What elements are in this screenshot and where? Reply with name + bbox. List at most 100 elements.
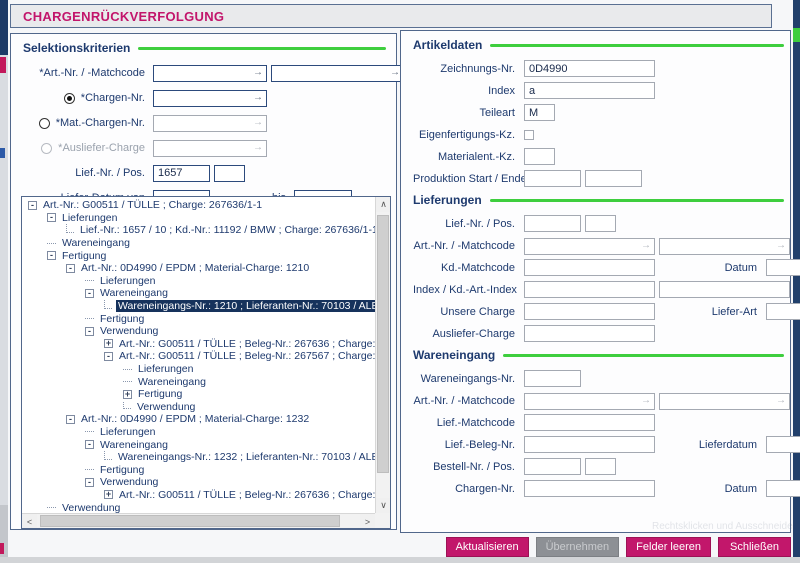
tree-node-label[interactable]: Wareneingangs-Nr.: 1232 ; Lieferanten-Nr… bbox=[116, 451, 375, 463]
aktualisieren-button[interactable]: Aktualisieren bbox=[446, 537, 529, 557]
produktion-ende-field[interactable] bbox=[585, 170, 642, 187]
tree-node-label[interactable]: Lieferungen bbox=[136, 363, 195, 375]
vertical-scroll-thumb[interactable] bbox=[377, 215, 389, 473]
zeichnungs-nr-field[interactable] bbox=[524, 60, 655, 77]
mat-chargen-nr-radio[interactable] bbox=[39, 118, 50, 129]
waren-datum-field[interactable] bbox=[766, 480, 800, 497]
teileart-field[interactable] bbox=[524, 104, 555, 121]
tree-node[interactable]: -Lieferungen bbox=[22, 212, 375, 225]
tree-node[interactable]: -Art.-Nr.: 0D4990 / EPDM ; Material-Char… bbox=[22, 262, 375, 275]
tree-vertical-scrollbar[interactable]: ∧ ∨ bbox=[375, 197, 390, 513]
expand-icon[interactable]: + bbox=[123, 390, 132, 399]
tree-node-label[interactable]: Art.-Nr.: G00511 / TÜLLE ; Beleg-Nr.: 26… bbox=[117, 489, 375, 501]
collapse-icon[interactable]: - bbox=[85, 478, 94, 487]
tree-node-label[interactable]: Wareneingang bbox=[60, 237, 132, 249]
tree-node[interactable]: -Art.-Nr.: G00511 / TÜLLE ; Charge: 2676… bbox=[22, 199, 375, 212]
tree-node[interactable]: Lieferungen bbox=[22, 426, 375, 439]
collapse-icon[interactable]: - bbox=[85, 327, 94, 336]
tree-node[interactable]: +Art.-Nr.: G00511 / TÜLLE ; Beleg-Nr.: 2… bbox=[22, 338, 375, 351]
tree-node[interactable]: Fertigung bbox=[22, 312, 375, 325]
tree-node[interactable]: Fertigung bbox=[22, 463, 375, 476]
tree-node[interactable]: Lieferungen bbox=[22, 275, 375, 288]
tree-node-label[interactable]: Art.-Nr.: G00511 / TÜLLE ; Charge: 26763… bbox=[41, 199, 264, 211]
tree-horizontal-scrollbar[interactable]: < > bbox=[22, 513, 375, 528]
collapse-icon[interactable]: - bbox=[66, 264, 75, 273]
tree-node[interactable]: Wareneingangs-Nr.: 1210 ; Lieferanten-Nr… bbox=[22, 300, 375, 313]
produktion-start-field[interactable] bbox=[524, 170, 581, 187]
collapse-icon[interactable]: - bbox=[47, 213, 56, 222]
tree-node-label[interactable]: Wareneingangs-Nr.: 1210 ; Lieferanten-Nr… bbox=[116, 300, 375, 312]
matchcode-input[interactable] bbox=[271, 65, 404, 82]
liefer-artnr-field[interactable] bbox=[524, 238, 655, 255]
scroll-up-icon[interactable]: ∧ bbox=[376, 197, 391, 212]
tree-node-label[interactable]: Art.-Nr.: 0D4990 / EPDM ; Material-Charg… bbox=[79, 262, 311, 274]
chargen-nr-input[interactable] bbox=[153, 90, 267, 107]
tree-node[interactable]: Verwendung bbox=[22, 401, 375, 414]
tree-node-label[interactable]: Verwendung bbox=[98, 325, 160, 337]
tree-node-label[interactable]: Verwendung bbox=[98, 476, 160, 488]
ausliefer-charge-radio[interactable] bbox=[41, 143, 52, 154]
tree-node-label[interactable]: Fertigung bbox=[98, 464, 146, 476]
collapse-icon[interactable]: - bbox=[28, 201, 37, 210]
bestell-nr-field[interactable] bbox=[524, 458, 581, 475]
mat-chargen-nr-input[interactable] bbox=[153, 115, 267, 132]
tree-node-label[interactable]: Wareneingang bbox=[98, 287, 170, 299]
tree-node[interactable]: + Art.-Nr.: G00511 / TÜLLE ; Beleg-Nr.: 2… bbox=[22, 489, 375, 502]
collapse-icon[interactable]: - bbox=[66, 415, 75, 424]
tree-node-label[interactable]: Verwendung bbox=[60, 502, 122, 513]
tree-node-label[interactable]: Lieferungen bbox=[60, 212, 119, 224]
tree-node[interactable]: Lieferungen bbox=[22, 363, 375, 376]
materialent-kz-field[interactable] bbox=[524, 148, 555, 165]
collapse-icon[interactable]: - bbox=[104, 352, 113, 361]
tree-node[interactable]: Verwendung bbox=[22, 501, 375, 513]
tree-node-label[interactable]: Fertigung bbox=[60, 250, 108, 262]
tree-node-label[interactable]: Lief.-Nr.: 1657 / 10 ; Kd.-Nr.: 11192 / … bbox=[78, 224, 375, 236]
kd-matchcode-field[interactable] bbox=[524, 259, 655, 276]
lief-beleg-nr-field[interactable] bbox=[524, 436, 655, 453]
tree-node-label[interactable]: Lieferungen bbox=[98, 426, 157, 438]
waren-artnr-field[interactable] bbox=[524, 393, 655, 410]
lief-pos-input[interactable] bbox=[214, 165, 245, 182]
ausliefer-charge-detail-field[interactable] bbox=[524, 325, 655, 342]
tree-node[interactable]: Lief.-Nr.: 1657 / 10 ; Kd.-Nr.: 11192 / … bbox=[22, 224, 375, 237]
tree-node[interactable]: -Art.-Nr.: 0D4990 / EPDM ; Material-Char… bbox=[22, 413, 375, 426]
artnr-input[interactable] bbox=[153, 65, 267, 82]
expand-icon[interactable]: + bbox=[104, 490, 113, 499]
tree-node[interactable]: -Verwendung bbox=[22, 325, 375, 338]
liefer-art-field[interactable] bbox=[766, 303, 800, 320]
tree-node-label[interactable]: Wareneingang bbox=[98, 439, 170, 451]
liefer-datum-field[interactable] bbox=[766, 259, 800, 276]
felder-leeren-button[interactable]: Felder leeren bbox=[626, 537, 711, 557]
collapse-icon[interactable]: - bbox=[85, 289, 94, 298]
expand-icon[interactable]: + bbox=[104, 339, 113, 348]
lief-matchcode-field-2[interactable] bbox=[524, 414, 655, 431]
scroll-down-icon[interactable]: ∨ bbox=[376, 498, 391, 513]
tree-node-label[interactable]: Wareneingang bbox=[136, 376, 208, 388]
tree-node[interactable]: Wareneingang bbox=[22, 237, 375, 250]
lief-nr-input[interactable] bbox=[153, 165, 210, 182]
tree-node-label[interactable]: Art.-Nr.: G00511 / TÜLLE ; Beleg-Nr.: 26… bbox=[117, 350, 375, 362]
wareneingangs-nr-field[interactable] bbox=[524, 370, 581, 387]
tree-node-label[interactable]: Art.-Nr.: 0D4990 / EPDM ; Material-Charg… bbox=[79, 413, 311, 425]
index-field-2[interactable] bbox=[524, 281, 655, 298]
collapse-icon[interactable]: - bbox=[85, 440, 94, 449]
waren-matchcode-field[interactable] bbox=[659, 393, 790, 410]
liefer-matchcode-field[interactable] bbox=[659, 238, 790, 255]
tree-node[interactable]: + Fertigung bbox=[22, 388, 375, 401]
lieferdatum-field[interactable] bbox=[766, 436, 800, 453]
chargen-nr-radio[interactable] bbox=[64, 93, 75, 104]
tree-node[interactable]: -Art.-Nr.: G00511 / TÜLLE ; Beleg-Nr.: 2… bbox=[22, 350, 375, 363]
scroll-left-icon[interactable]: < bbox=[22, 514, 37, 529]
kd-art-index-field[interactable] bbox=[659, 281, 790, 298]
tree-node[interactable]: -Verwendung bbox=[22, 476, 375, 489]
tree-node[interactable]: Wareneingangs-Nr.: 1232 ; Lieferanten-Nr… bbox=[22, 451, 375, 464]
schliessen-button[interactable]: Schließen bbox=[718, 537, 791, 557]
tree-node-label[interactable]: Fertigung bbox=[98, 313, 146, 325]
eigenfertigungs-kz-checkbox[interactable] bbox=[524, 130, 534, 140]
bestell-pos-field[interactable] bbox=[585, 458, 616, 475]
tree-node-label[interactable]: Lieferungen bbox=[98, 275, 157, 287]
lief-pos-detail-field[interactable] bbox=[585, 215, 616, 232]
collapse-icon[interactable]: - bbox=[47, 251, 56, 260]
tree-node-label[interactable]: Fertigung bbox=[136, 388, 184, 400]
tree-node[interactable]: -Wareneingang bbox=[22, 287, 375, 300]
